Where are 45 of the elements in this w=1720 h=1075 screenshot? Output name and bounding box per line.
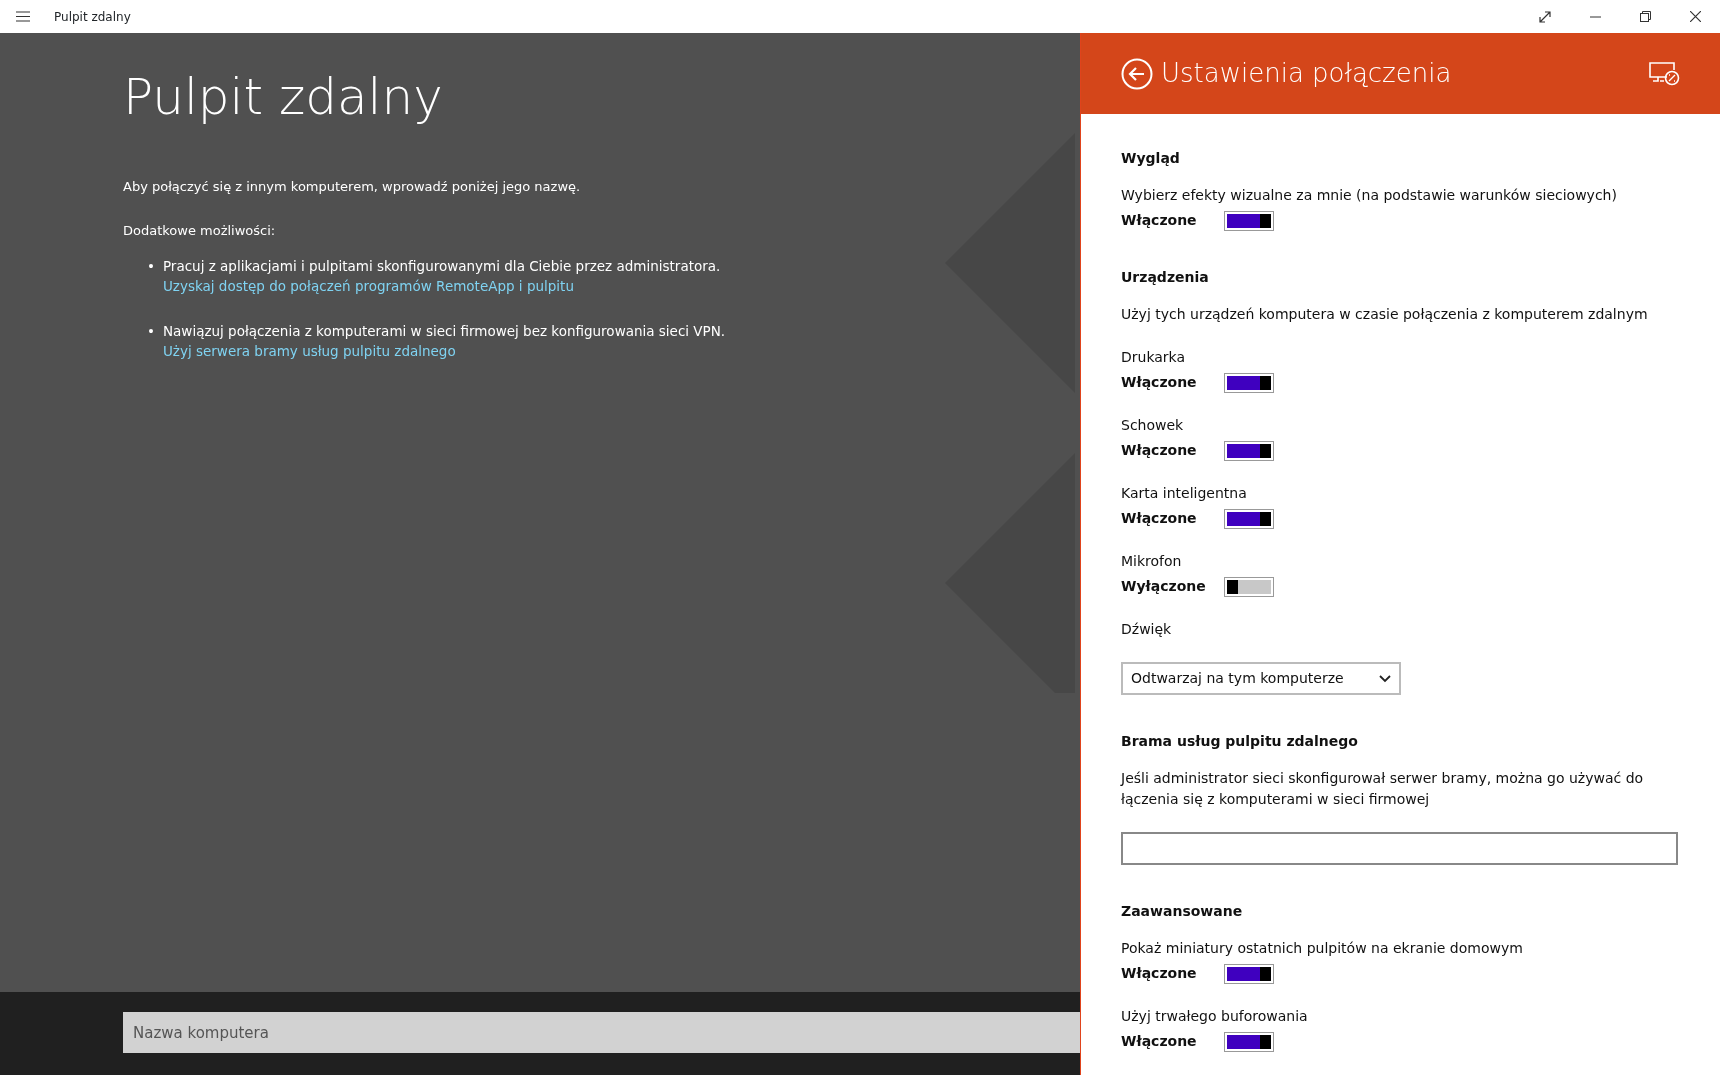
remote-desktop-icon[interactable] bbox=[1648, 60, 1680, 87]
dropdown-field[interactable]: Odtwarzaj na tym komputerze bbox=[1121, 662, 1401, 695]
setting-label: Drukarka bbox=[1121, 348, 1187, 367]
intro-text: Aby połączyć się z innym komputerem, wprowadź poniżej jego nazwę. bbox=[123, 178, 582, 196]
toggle-state-text: Włączone bbox=[1121, 211, 1198, 230]
setting-label: Mikrofon bbox=[1121, 552, 1183, 571]
bullet-text: Pracuj z aplikacjami i pulpitami skonfigurowanymi dla Ciebie przez administratora. bbox=[162, 257, 721, 276]
toggle-switch[interactable] bbox=[1224, 576, 1274, 597]
toggle-state-text: Włączone bbox=[1121, 509, 1198, 528]
bullet-marker: • bbox=[147, 321, 155, 341]
setting-label: Dźwięk bbox=[1121, 620, 1173, 639]
link[interactable]: Uzyskaj dostęp do połączeń programów RemoteApp i pulpitu bbox=[162, 278, 574, 295]
section-description: Użyj tych urządzeń komputera w czasie połączenia z komputerem zdalnym bbox=[1121, 305, 1649, 324]
bullet-marker: • bbox=[147, 257, 155, 276]
section-description: Jeśli administrator sieci skonfigurował serwer bramy, można go używać do łączenia się z komputerami w sieci firmowej bbox=[1121, 769, 1645, 809]
section-heading: Urządzenia bbox=[1121, 268, 1210, 287]
bullet-text: Nawiązuj połączenia z komputerami w sieci firmowej bez konfigurowania sieci VPN. bbox=[162, 321, 726, 341]
panel-title: Ustawienia połączenia bbox=[1161, 57, 1452, 90]
toggle-switch[interactable] bbox=[1224, 440, 1274, 461]
section-heading: Zaawansowane bbox=[1121, 902, 1244, 921]
toggle-state-text: Włączone bbox=[1121, 373, 1198, 392]
setting-label: Pokaż miniatury ostatnich pulpitów na ekranie domowym bbox=[1121, 939, 1524, 958]
section-heading: Wygląd bbox=[1121, 149, 1181, 168]
computer-name-field[interactable]: Nazwa komputera bbox=[123, 1012, 1080, 1053]
toggle-switch[interactable] bbox=[1224, 372, 1274, 393]
back-icon[interactable] bbox=[1121, 57, 1153, 90]
toggle-switch[interactable] bbox=[1224, 1031, 1274, 1052]
toggle-state-text: Włączone bbox=[1121, 1032, 1198, 1051]
setting-label: Karta inteligentna bbox=[1121, 484, 1248, 503]
link[interactable]: Użyj serwera bramy usług pulpitu zdalnego bbox=[162, 342, 456, 359]
toggle-state-text: Włączone bbox=[1121, 964, 1198, 983]
toggle-state-text: Wyłączone bbox=[1121, 577, 1207, 596]
gateway-field[interactable] bbox=[1121, 832, 1678, 865]
toggle-switch[interactable] bbox=[1224, 963, 1274, 984]
toggle-state-text: Włączone bbox=[1121, 441, 1198, 460]
section-heading: Brama usług pulpitu zdalnego bbox=[1121, 732, 1359, 751]
section-label: Dodatkowe możliwości: bbox=[123, 221, 277, 240]
app-heading: Pulpit zdalny bbox=[123, 67, 444, 127]
chevron-down-icon bbox=[1379, 674, 1391, 683]
toggle-switch[interactable] bbox=[1224, 508, 1274, 529]
toggle-switch[interactable] bbox=[1224, 210, 1274, 231]
window-title: Pulpit zdalny bbox=[54, 8, 131, 26]
setting-label: Schowek bbox=[1121, 416, 1185, 435]
setting-label: Użyj trwałego buforowania bbox=[1121, 1007, 1309, 1026]
setting-label: Wybierz efekty wizualne za mnie (na podstawie warunków sieciowych) bbox=[1121, 186, 1618, 205]
